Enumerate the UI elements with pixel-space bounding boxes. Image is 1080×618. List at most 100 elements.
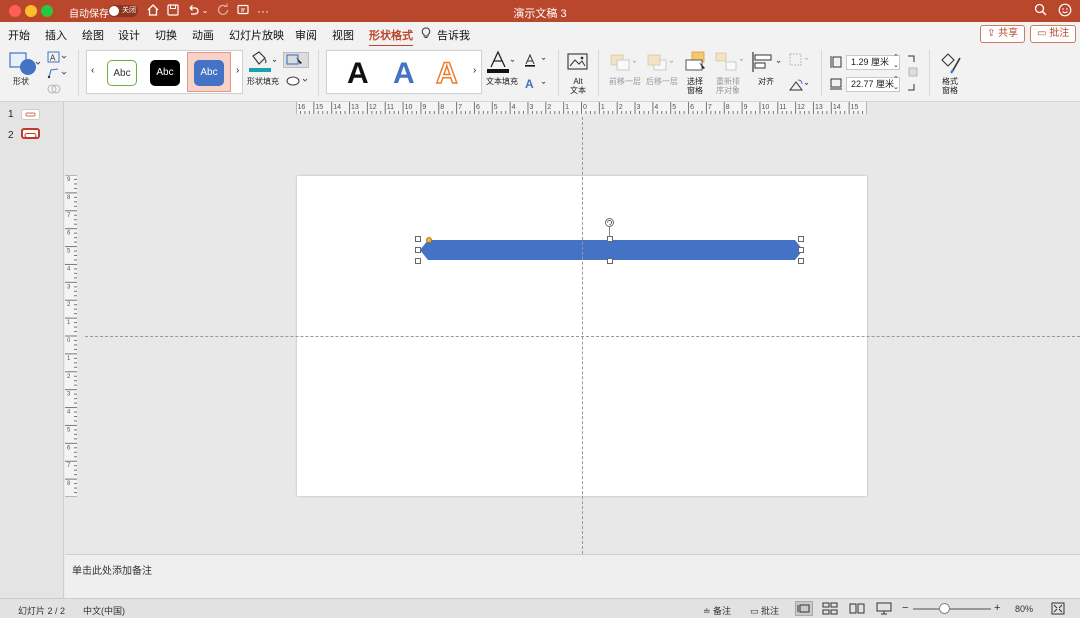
- comments-toggle[interactable]: ▭ 批注: [750, 604, 779, 617]
- alt-text-label-2: 文本: [570, 86, 586, 95]
- slide-thumbnail-1[interactable]: [21, 109, 40, 120]
- tab-view[interactable]: 视图: [332, 27, 354, 43]
- slide-sorter-view-icon[interactable]: [822, 602, 838, 615]
- ruler-h-label: 15: [315, 104, 323, 111]
- ruler-h-label: 10: [405, 104, 413, 111]
- format-pane-button[interactable]: [938, 50, 964, 76]
- share-button[interactable]: ⇪ 共享: [980, 25, 1026, 43]
- shape-style-outline[interactable]: Abc: [107, 60, 137, 86]
- resize-handle-top-left[interactable]: [415, 236, 421, 242]
- wordart-style-orange-outline[interactable]: A: [435, 56, 458, 91]
- shape-fill-label: 形状填充: [247, 77, 279, 86]
- shape-height-input[interactable]: 1.29 厘米: [846, 55, 900, 70]
- selected-octagon-shape[interactable]: [420, 240, 803, 260]
- edit-shape-icon[interactable]: [47, 67, 67, 81]
- ruler-h-label: 3: [637, 104, 641, 111]
- wordart-style-black[interactable]: A: [347, 57, 369, 91]
- selection-pane-label-2: 窗格: [687, 86, 703, 95]
- wordart-style-blue[interactable]: A: [393, 57, 415, 91]
- resize-handle-bottom-left[interactable]: [415, 258, 421, 264]
- notes-pane[interactable]: 单击此处添加备注: [65, 554, 1080, 598]
- rotate-icon[interactable]: [788, 77, 812, 93]
- shape-width-icon: [829, 77, 843, 91]
- gallery-next-icon[interactable]: ›: [236, 65, 239, 76]
- tab-draw[interactable]: 绘图: [82, 27, 104, 43]
- normal-view-button[interactable]: [795, 601, 813, 616]
- horizontal-ruler: 16 15 14 13 12 11 10 9 8 7 6 5 4 3 2 1 0 1 2 3 4 5 6 7 8 9 10 11 12 1…: [296, 102, 867, 114]
- resize-handle-right[interactable]: [798, 247, 804, 253]
- text-fill-button[interactable]: [486, 50, 516, 76]
- shape-outline-button[interactable]: [283, 52, 309, 68]
- shapes-button[interactable]: [8, 50, 41, 80]
- bring-forward-button[interactable]: [608, 52, 638, 74]
- ruler-h-label: 8: [440, 104, 444, 111]
- resize-handle-bottom[interactable]: [607, 258, 613, 264]
- text-box-icon[interactable]: A: [47, 51, 67, 65]
- notes-toggle[interactable]: ≐ 备注: [703, 604, 731, 617]
- horizontal-smart-guide: [85, 336, 1080, 337]
- align-button[interactable]: [750, 50, 784, 74]
- shape-style-blue[interactable]: Abc: [194, 60, 224, 86]
- width-stepper[interactable]: ⌃ ⌄: [893, 76, 899, 92]
- ruler-h-label: 5: [494, 104, 498, 111]
- gallery-prev-icon[interactable]: ‹: [91, 65, 94, 76]
- slide-thumbnail-2-selected[interactable]: [21, 128, 40, 139]
- height-stepper[interactable]: ⌃ ⌄: [893, 54, 899, 70]
- reading-view-icon[interactable]: [849, 602, 865, 615]
- tab-animations[interactable]: 动画: [192, 27, 214, 43]
- account-icon[interactable]: [1057, 3, 1073, 19]
- text-outline-icon[interactable]: [523, 53, 549, 67]
- tab-transitions[interactable]: 切换: [155, 27, 177, 43]
- zoom-slider-thumb[interactable]: [939, 603, 951, 614]
- shape-fill-button[interactable]: [247, 50, 277, 76]
- resize-handle-bottom-right[interactable]: [798, 258, 804, 264]
- selection-pane-button[interactable]: [684, 50, 710, 74]
- ruler-h-label: 8: [726, 104, 730, 111]
- document-title: 演示文稿 3: [513, 8, 567, 20]
- wordart-next-icon[interactable]: ›: [473, 65, 476, 76]
- tab-review[interactable]: 审阅: [295, 27, 317, 43]
- notes-toggle-label: 备注: [713, 606, 732, 616]
- format-pane-label-1: 格式: [942, 77, 958, 86]
- tell-me-search[interactable]: 告诉我: [437, 27, 470, 43]
- shape-style-blue-label: Abc: [200, 67, 218, 78]
- shape-effects-icon[interactable]: [285, 73, 309, 87]
- tab-design[interactable]: 设计: [118, 27, 140, 43]
- shape-style-black[interactable]: Abc: [150, 60, 180, 86]
- text-effects-icon[interactable]: A: [523, 76, 549, 91]
- zoom-out-button[interactable]: −: [902, 602, 908, 614]
- merge-shapes-icon[interactable]: [47, 83, 67, 97]
- zoom-level[interactable]: 80%: [1015, 604, 1033, 614]
- comments-button[interactable]: ▭ 批注: [1030, 25, 1077, 43]
- adjustment-handle[interactable]: [426, 237, 432, 243]
- resize-handle-left[interactable]: [415, 247, 421, 253]
- ribbon-tabs: 开始 插入 绘图 设计 切换 动画 幻灯片放映 审阅 视图 形状格式 告诉我 ⇪…: [0, 22, 1080, 47]
- notes-placeholder[interactable]: 单击此处添加备注: [72, 562, 152, 577]
- share-icon: ⇪: [987, 28, 999, 39]
- zoom-slider-track[interactable]: [913, 608, 991, 610]
- resize-handle-top-right[interactable]: [798, 236, 804, 242]
- tab-shape-format[interactable]: 形状格式: [369, 27, 413, 47]
- powerpoint-window: 自动保存 关闭 ⌄ ··· 演示文稿 3 开始 插入 绘图 设计 切换 动画 幻…: [0, 0, 1080, 618]
- slide-editor: 16 15 14 13 12 11 10 9 8 7 6 5 4 3 2 1 0 1 2 3 4 5 6 7 8 9 10 11 12 1…: [65, 102, 1080, 554]
- ruler-h-label: 9: [422, 104, 426, 111]
- format-pane-label-2: 窗格: [942, 86, 958, 95]
- search-icon[interactable]: [1032, 3, 1048, 19]
- resize-handle-top[interactable]: [607, 236, 613, 242]
- alt-text-button[interactable]: [566, 52, 590, 72]
- language-indicator[interactable]: 中文(中国): [83, 604, 125, 617]
- tab-insert[interactable]: 插入: [45, 27, 67, 43]
- fit-to-window-icon[interactable]: [1051, 602, 1065, 615]
- rotate-handle-icon[interactable]: [605, 218, 614, 227]
- ribbon-shape-format: 形状 A ‹ Abc Abc Abc › 形状填充 A A A › 文本填充 A…: [0, 46, 1080, 102]
- reorder-objects-button[interactable]: [714, 50, 744, 74]
- group-objects-icon[interactable]: [788, 52, 812, 68]
- lock-aspect-ratio-icon[interactable]: [905, 54, 919, 92]
- tab-home[interactable]: 开始: [8, 27, 30, 43]
- zoom-in-button[interactable]: +: [994, 602, 1000, 614]
- slide-number-2: 2: [8, 130, 14, 141]
- tab-slideshow[interactable]: 幻灯片放映: [229, 27, 284, 43]
- shape-width-input[interactable]: 22.77 厘米: [846, 77, 900, 92]
- slideshow-view-icon[interactable]: [876, 602, 892, 615]
- send-backward-button[interactable]: [645, 52, 675, 74]
